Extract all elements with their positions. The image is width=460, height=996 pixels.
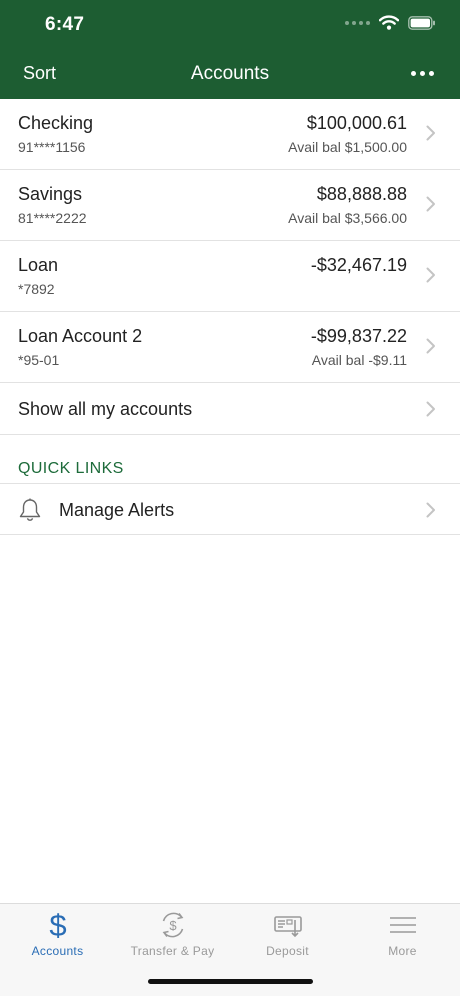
show-all-accounts-link[interactable]: Show all my accounts [0,383,460,435]
tab-label: Accounts [31,944,84,958]
tab-transfer-pay[interactable]: $ Transfer & Pay [115,904,230,966]
tab-accounts[interactable]: $ Accounts [0,904,115,966]
tab-deposit[interactable]: Deposit [230,904,345,966]
chevron-right-icon [426,502,435,518]
account-row-loan[interactable]: Loan *7892 -$32,467.19 [0,241,460,312]
account-name: Savings [18,184,83,204]
status-time: 6:47 [45,14,85,35]
svg-text:$: $ [169,918,177,933]
manage-alerts-link[interactable]: Manage Alerts [0,484,460,535]
app-header: 6:47 Sort Accounts [0,0,460,99]
nav-bar: Sort Accounts [0,50,460,99]
account-available-balance: Avail bal -$9.11 [311,352,407,368]
account-available-balance: Avail bal $3,566.00 [288,210,407,226]
account-balance: -$99,837.22 [310,326,407,346]
account-name: Loan Account 2 [18,326,143,346]
account-number: 81****2222 [18,210,87,226]
sort-button[interactable]: Sort [23,63,56,84]
account-available-balance: Avail bal $1,500.00 [288,139,407,155]
home-indicator [148,979,313,984]
tab-label: More [388,944,417,958]
account-number: *95-01 [18,352,60,368]
dollar-icon: $ [49,910,66,940]
transfer-pay-icon: $ [162,912,183,938]
account-balance: $88,888.88 [316,184,407,204]
account-balance: $100,000.61 [306,113,407,133]
account-row-loan-account-2[interactable]: Loan Account 2 *95-01 -$99,837.22 Avail … [0,312,460,383]
hamburger-menu-icon [389,917,416,933]
svg-text:$: $ [49,910,66,940]
battery-icon [408,15,435,30]
chevron-right-icon [426,338,435,354]
more-options-icon[interactable] [411,71,434,76]
account-name: Loan [18,255,59,275]
chevron-right-icon [426,125,435,141]
chevron-right-icon [426,196,435,212]
account-row-checking[interactable]: Checking 91****1156 $100,000.61 Avail ba… [0,99,460,170]
account-row-savings[interactable]: Savings 81****2222 $88,888.88 Avail bal … [0,170,460,241]
account-number: 91****1156 [18,139,86,155]
signal-icon [345,20,370,25]
chevron-right-icon [426,401,435,417]
tab-label: Transfer & Pay [130,944,215,958]
deposit-check-icon [273,916,302,938]
status-bar: 6:47 [0,0,460,50]
account-number: *7892 [18,281,55,297]
page-title: Accounts [190,63,270,84]
status-icons [345,15,436,30]
tab-more[interactable]: More [345,904,460,966]
tab-label: Deposit [266,944,309,958]
account-name: Checking [18,113,94,133]
account-balance: -$32,467.19 [310,255,407,275]
show-all-accounts-label: Show all my accounts [18,399,193,419]
quick-links-title: QUICK LINKS [18,460,124,477]
chevron-right-icon [426,267,435,283]
wifi-icon [379,15,399,30]
manage-alerts-label: Manage Alerts [59,500,175,520]
bell-icon [19,498,41,521]
quick-links-section-header: QUICK LINKS [0,435,460,484]
accounts-list: Checking 91****1156 $100,000.61 Avail ba… [0,99,460,535]
